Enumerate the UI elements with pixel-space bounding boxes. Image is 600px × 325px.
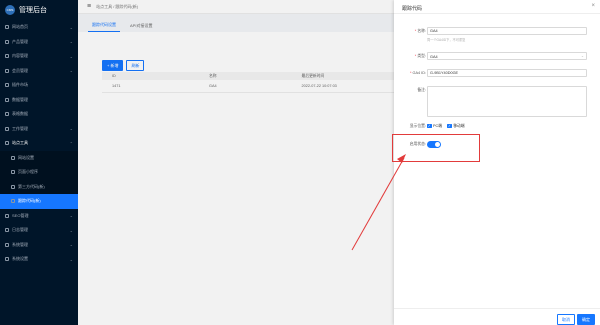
annotation-arrow [351,154,406,251]
